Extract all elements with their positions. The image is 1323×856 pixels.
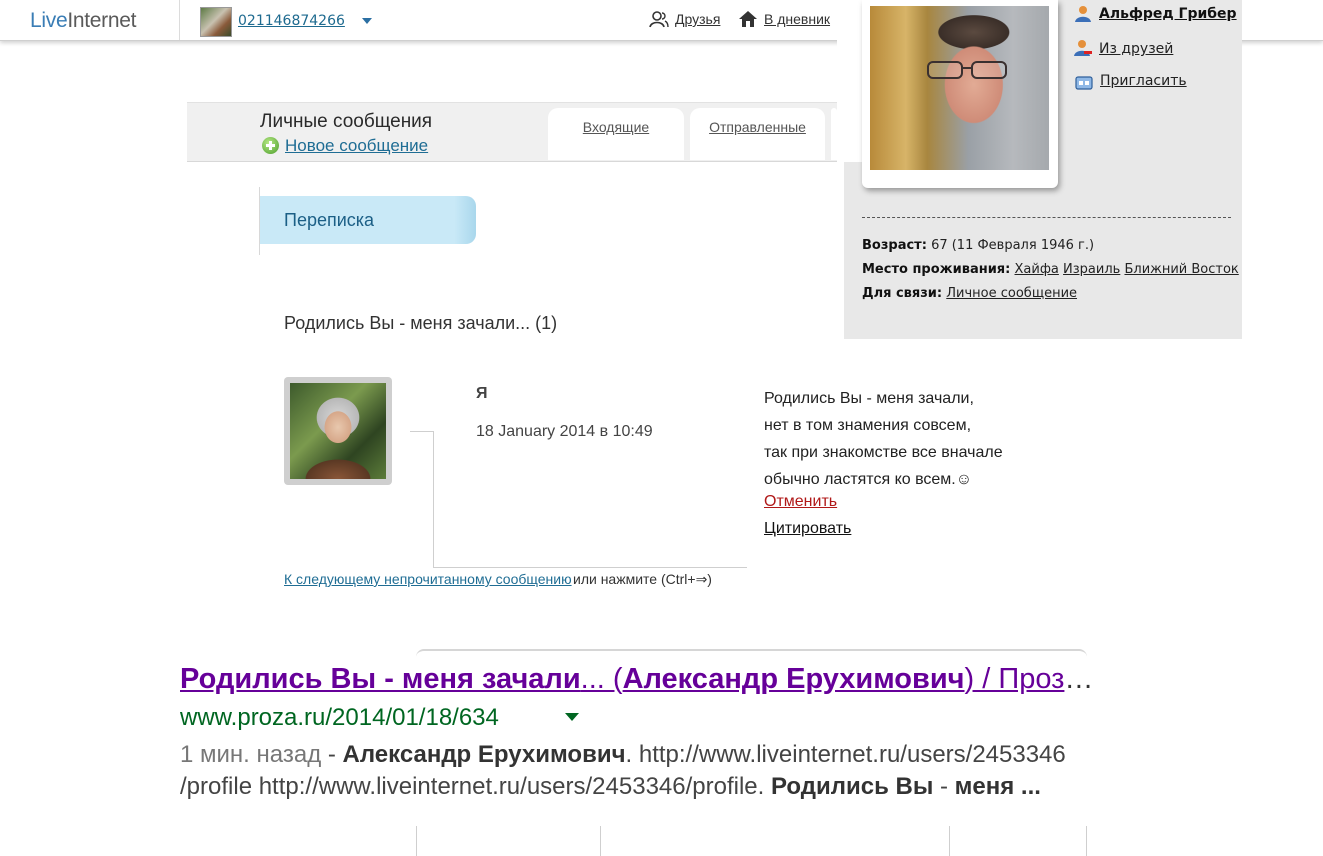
next-unread-hint: или нажмите (Ctrl+⇒) bbox=[573, 571, 712, 587]
message-line: Родились Вы - меня зачали, bbox=[764, 390, 974, 407]
column-divider bbox=[1086, 826, 1087, 856]
residence-country-link[interactable]: Израиль bbox=[1063, 262, 1120, 277]
search-result-url: www.proza.ru/2014/01/18/634 bbox=[180, 704, 499, 731]
friends-link[interactable]: Друзья bbox=[675, 11, 720, 27]
message-line: так при знакомстве все вначале bbox=[764, 444, 1003, 461]
profile-divider bbox=[862, 217, 1231, 218]
tab-inbox[interactable]: Входящие bbox=[548, 108, 684, 160]
page-title: Личные сообщения bbox=[260, 111, 433, 132]
cancel-link[interactable]: Отменить bbox=[764, 493, 837, 511]
result-frame bbox=[416, 649, 1087, 661]
liveinternet-logo[interactable]: LiveInternet bbox=[30, 9, 136, 33]
residence-city-link[interactable]: Хайфа bbox=[1015, 262, 1059, 277]
residence-region-link[interactable]: Ближний Восток bbox=[1124, 262, 1238, 277]
tab-sent[interactable]: Отправленные bbox=[690, 108, 825, 160]
invite-icon bbox=[1075, 76, 1093, 90]
plus-circle-icon[interactable] bbox=[262, 137, 279, 154]
message-line: нет в том знамения совсем, bbox=[764, 417, 972, 434]
user-avatar[interactable] bbox=[200, 7, 232, 37]
profile-age: Возраст: 67 (11 Февраля 1946 г.) bbox=[862, 238, 1095, 253]
profile-photo[interactable] bbox=[870, 6, 1049, 170]
remove-user-icon bbox=[1074, 40, 1092, 56]
nav-item-correspondence[interactable]: Переписка bbox=[260, 196, 476, 244]
new-message-link[interactable]: Новое сообщение bbox=[285, 136, 428, 156]
column-divider bbox=[416, 826, 417, 856]
diary-link[interactable]: В дневник bbox=[764, 11, 830, 27]
quote-link[interactable]: Цитировать bbox=[764, 520, 851, 538]
column-divider bbox=[600, 826, 601, 856]
friends-icon bbox=[649, 11, 669, 28]
contact-message-link[interactable]: Личное сообщение bbox=[946, 286, 1077, 301]
message-line: обычно ластятся ко всем.☺ bbox=[764, 471, 973, 488]
glasses-detail bbox=[927, 61, 1007, 79]
caret-down-icon[interactable] bbox=[565, 713, 579, 721]
search-result-snippet-line1: 1 мин. назад - Александр Ерухимович. htt… bbox=[180, 741, 1066, 768]
caret-down-icon[interactable] bbox=[362, 18, 372, 24]
thread-connector bbox=[433, 431, 434, 568]
thread-connector bbox=[410, 431, 434, 432]
profile-name-link[interactable]: Альфред Грибер bbox=[1099, 6, 1237, 22]
profile-contact: Для связи: Личное сообщение bbox=[862, 286, 1078, 301]
invite-link[interactable]: Пригласить bbox=[1100, 73, 1187, 89]
thread-title: Родились Вы - меня зачали... (1) bbox=[284, 313, 558, 333]
message-date: 18 January 2014 в 10:49 bbox=[476, 423, 653, 440]
message-body: Родились Вы - меня зачали, нет в том зна… bbox=[764, 385, 1003, 493]
user-icon bbox=[1075, 6, 1091, 22]
remove-friend-link[interactable]: Из друзей bbox=[1099, 41, 1173, 57]
home-icon bbox=[739, 11, 757, 27]
message-sender: Я bbox=[476, 385, 488, 402]
sender-avatar[interactable] bbox=[290, 383, 386, 479]
logo-divider bbox=[179, 0, 180, 40]
thread-connector bbox=[433, 567, 747, 568]
profile-residence: Место проживания: Хайфа Израиль Ближний … bbox=[862, 262, 1239, 277]
username-link[interactable]: 021146874266 bbox=[238, 13, 345, 29]
search-result-title[interactable]: Родились Вы - меня зачали... (Александр … bbox=[180, 663, 1093, 696]
search-result-snippet-line2: /profile http://www.liveinternet.ru/user… bbox=[180, 773, 1041, 800]
column-divider bbox=[949, 826, 950, 856]
next-unread-link[interactable]: К следующему непрочитанному сообщению bbox=[284, 571, 572, 587]
